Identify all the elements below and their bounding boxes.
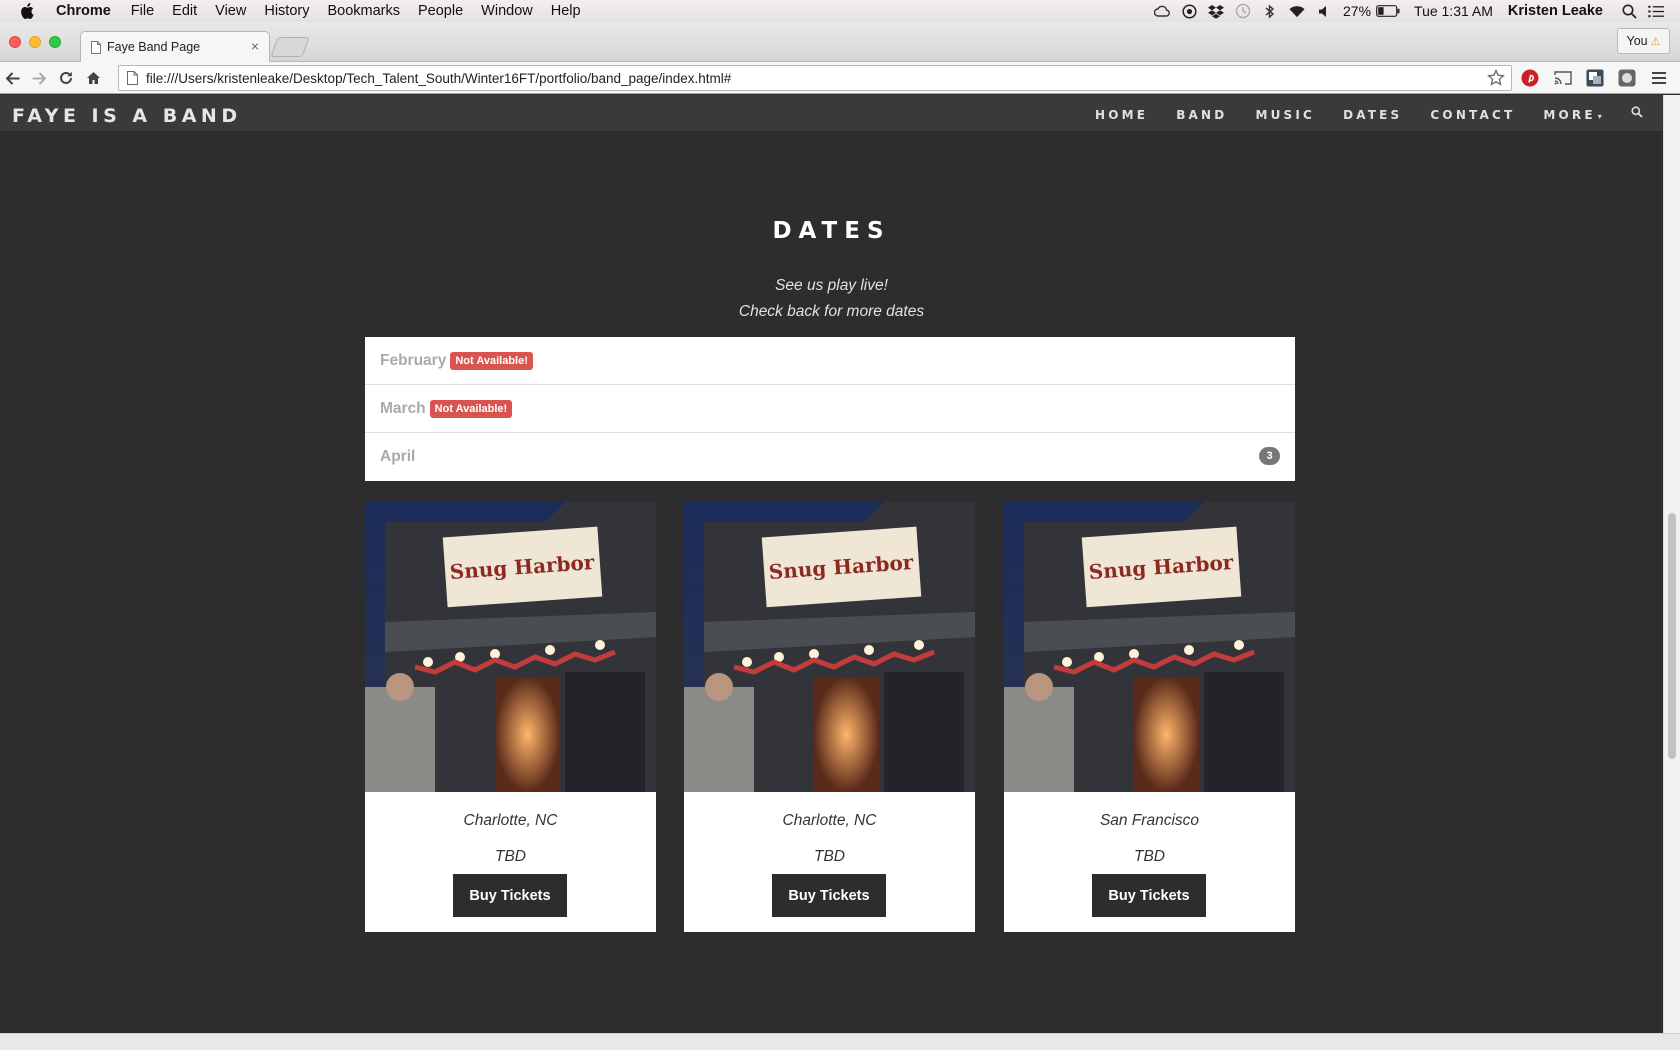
menu-bookmarks[interactable]: Bookmarks bbox=[327, 3, 400, 19]
pinterest-extension-icon[interactable] bbox=[1520, 68, 1540, 88]
new-tab-button[interactable] bbox=[270, 37, 310, 57]
show-date: TBD bbox=[495, 848, 526, 865]
window-minimize-button[interactable] bbox=[29, 36, 41, 48]
menu-help[interactable]: Help bbox=[551, 3, 581, 19]
months-list: February Not Available! March Not Availa… bbox=[365, 337, 1295, 481]
home-button[interactable] bbox=[83, 68, 103, 88]
dropbox-icon[interactable] bbox=[1208, 3, 1224, 19]
list-item-february[interactable]: February Not Available! bbox=[365, 337, 1295, 385]
site-brand[interactable]: FAYE IS A BAND bbox=[12, 105, 242, 127]
buy-tickets-button[interactable]: Buy Tickets bbox=[1092, 874, 1206, 917]
menu-view[interactable]: View bbox=[215, 3, 246, 19]
month-name: April bbox=[380, 448, 416, 465]
tab-title: Faye Band Page bbox=[107, 40, 201, 54]
menubar-status-area: 27% Tue 1:31 AM Kristen Leake bbox=[1154, 0, 1680, 22]
list-item-march[interactable]: March Not Available! bbox=[365, 385, 1295, 433]
translate-extension-icon[interactable] bbox=[1585, 68, 1605, 88]
apple-icon[interactable] bbox=[19, 3, 35, 19]
show-date: TBD bbox=[1134, 848, 1165, 865]
show-card: Snug Harbor Charlotte, NC TBD Buy Ticket… bbox=[365, 502, 656, 932]
month-name: March bbox=[380, 399, 426, 417]
browser-tab-active[interactable]: Faye Band Page × bbox=[80, 31, 270, 62]
creative-cloud-icon[interactable] bbox=[1154, 3, 1170, 19]
tab-close-icon[interactable]: × bbox=[251, 38, 259, 54]
notification-center-icon[interactable] bbox=[1648, 3, 1664, 19]
buy-tickets-button[interactable]: Buy Tickets bbox=[453, 874, 567, 917]
menu-people[interactable]: People bbox=[418, 3, 463, 19]
volume-icon[interactable] bbox=[1316, 3, 1332, 19]
venue-photo: Snug Harbor bbox=[684, 502, 975, 792]
chrome-menu-icon[interactable] bbox=[1649, 68, 1669, 88]
nav-more-label: MORE bbox=[1543, 108, 1596, 122]
list-item-april[interactable]: April 3 bbox=[365, 433, 1295, 481]
forward-button[interactable] bbox=[29, 68, 49, 88]
month-name: February bbox=[380, 351, 447, 369]
nav-more-dropdown[interactable]: MORE ▾ bbox=[1543, 108, 1605, 122]
not-available-badge: Not Available! bbox=[450, 351, 533, 370]
scrollbar-thumb[interactable] bbox=[1668, 513, 1676, 759]
page-scrollbar[interactable] bbox=[1663, 95, 1680, 1033]
battery-percent: 27% bbox=[1343, 3, 1372, 19]
show-city: Charlotte, NC bbox=[463, 812, 558, 829]
wifi-icon[interactable] bbox=[1289, 3, 1305, 19]
page-viewport: FAYE IS A BAND HOME BAND MUSIC DATES CON… bbox=[0, 95, 1663, 1033]
address-bar[interactable]: file:///Users/kristenleake/Desktop/Tech_… bbox=[118, 65, 1512, 91]
count-badge: 3 bbox=[1259, 447, 1280, 465]
bluetooth-icon[interactable] bbox=[1262, 3, 1278, 19]
macos-menubar: Chrome File Edit View History Bookmarks … bbox=[0, 0, 1680, 22]
menu-file[interactable]: File bbox=[131, 3, 154, 19]
show-city: San Francisco bbox=[1099, 812, 1200, 829]
browser-tab-strip: Faye Band Page × You ⚠ bbox=[0, 22, 1680, 62]
back-button[interactable] bbox=[3, 68, 23, 88]
nav-home[interactable]: HOME bbox=[1095, 108, 1148, 122]
profile-button[interactable]: You ⚠ bbox=[1617, 28, 1670, 54]
extension-icon[interactable] bbox=[1617, 68, 1637, 88]
menu-chrome[interactable]: Chrome bbox=[56, 3, 111, 19]
show-city: Charlotte, NC bbox=[782, 812, 877, 829]
menubar-clock[interactable]: Tue 1:31 AM bbox=[1414, 3, 1493, 19]
site-nav-links: HOME BAND MUSIC DATES CONTACT MORE ▾ bbox=[1067, 108, 1605, 122]
window-zoom-button[interactable] bbox=[49, 36, 61, 48]
search-icon[interactable] bbox=[1631, 105, 1643, 123]
venue-photo: Snug Harbor bbox=[365, 502, 656, 792]
nav-band[interactable]: BAND bbox=[1176, 108, 1227, 122]
not-available-badge: Not Available! bbox=[429, 399, 513, 418]
file-page-icon bbox=[127, 71, 138, 85]
show-card: Snug Harbor San Francisco TBD Buy Ticket… bbox=[1004, 502, 1295, 932]
battery-icon[interactable] bbox=[1376, 3, 1400, 19]
sync-icon[interactable] bbox=[1181, 3, 1197, 19]
nav-dates[interactable]: DATES bbox=[1343, 108, 1402, 122]
chevron-down-icon: ▾ bbox=[1597, 112, 1605, 121]
menu-history[interactable]: History bbox=[264, 3, 309, 19]
site-navbar: FAYE IS A BAND HOME BAND MUSIC DATES CON… bbox=[0, 95, 1663, 131]
buy-tickets-button[interactable]: Buy Tickets bbox=[772, 874, 886, 917]
time-machine-icon[interactable] bbox=[1235, 3, 1251, 19]
window-bottom-edge bbox=[0, 1033, 1680, 1050]
show-cards: Snug Harbor Charlotte, NC TBD Buy Ticket… bbox=[365, 502, 1295, 932]
menu-edit[interactable]: Edit bbox=[172, 3, 197, 19]
dates-subtitle-1: See us play live! bbox=[775, 277, 888, 294]
show-card: Snug Harbor Charlotte, NC TBD Buy Ticket… bbox=[684, 502, 975, 932]
dates-heading: DATES bbox=[772, 218, 891, 244]
show-date: TBD bbox=[814, 848, 845, 865]
menubar-user[interactable]: Kristen Leake bbox=[1508, 3, 1603, 19]
profile-label: You bbox=[1626, 34, 1648, 48]
dates-subtitle-2: Check back for more dates bbox=[738, 303, 925, 320]
warning-icon: ⚠ bbox=[1650, 35, 1661, 48]
bookmark-star-icon[interactable] bbox=[1487, 68, 1505, 90]
window-close-button[interactable] bbox=[9, 36, 21, 48]
nav-music[interactable]: MUSIC bbox=[1255, 108, 1315, 122]
browser-toolbar: file:///Users/kristenleake/Desktop/Tech_… bbox=[0, 62, 1680, 94]
cast-extension-icon[interactable] bbox=[1553, 68, 1573, 88]
venue-photo: Snug Harbor bbox=[1004, 502, 1295, 792]
reload-button[interactable] bbox=[56, 68, 76, 88]
address-bar-url: file:///Users/kristenleake/Desktop/Tech_… bbox=[146, 70, 732, 86]
menu-window[interactable]: Window bbox=[481, 3, 533, 19]
nav-contact[interactable]: CONTACT bbox=[1430, 108, 1515, 122]
spotlight-icon[interactable] bbox=[1621, 3, 1637, 19]
page-favicon-icon bbox=[91, 40, 101, 54]
